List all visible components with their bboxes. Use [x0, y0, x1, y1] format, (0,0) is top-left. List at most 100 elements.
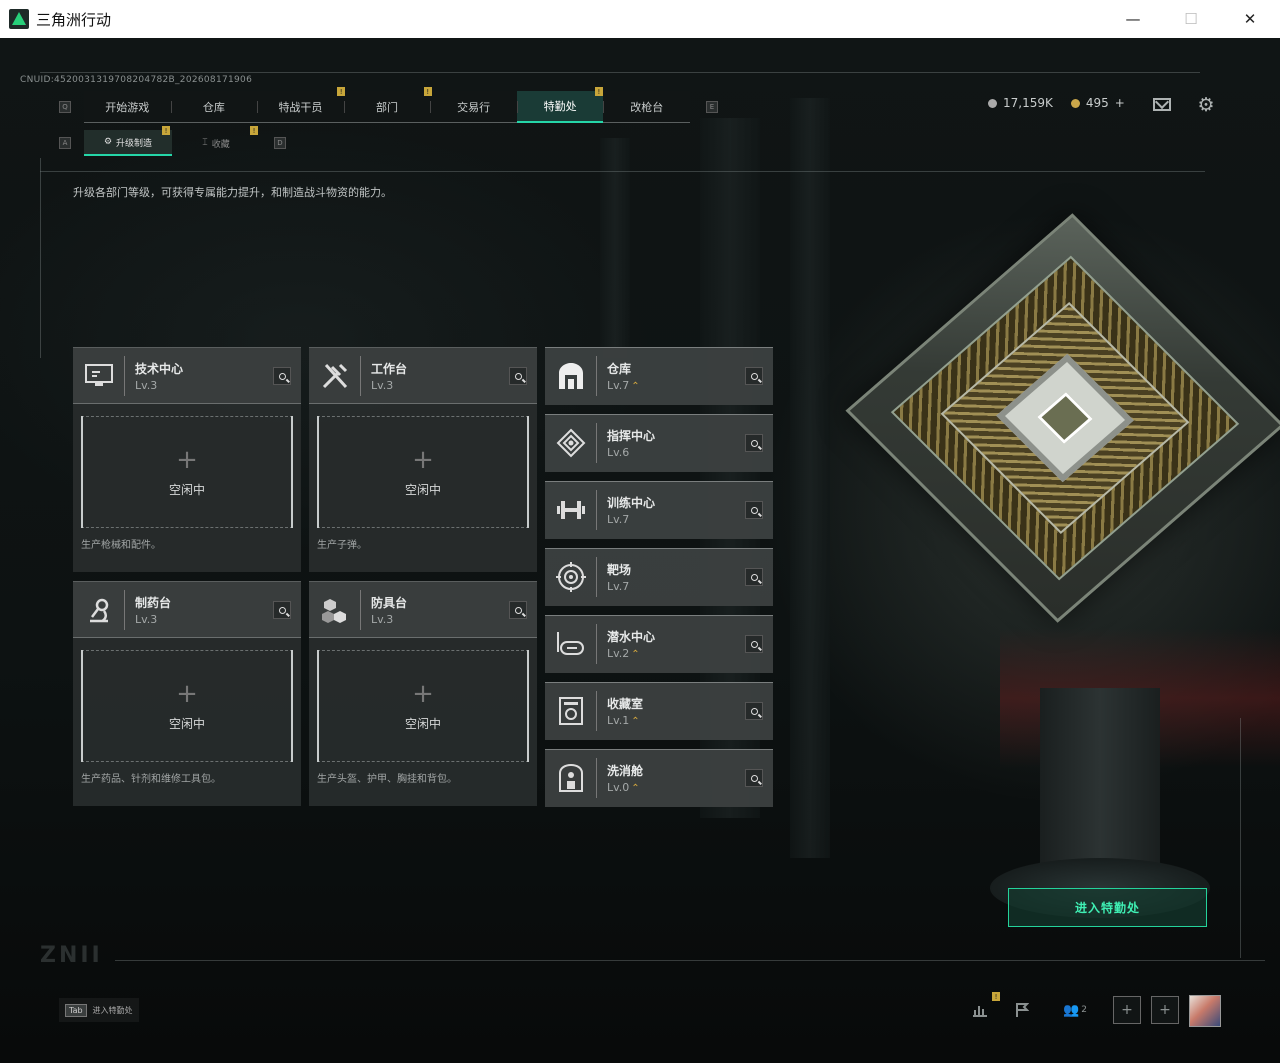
microscope-icon — [79, 590, 119, 630]
search-icon — [514, 606, 522, 614]
squad-icon: 👥 — [1063, 1002, 1080, 1018]
dumbbell-icon — [551, 490, 591, 530]
search-icon — [750, 707, 758, 715]
workbench-note: 生产子弹。 — [317, 540, 367, 551]
plus-icon: + — [176, 445, 198, 475]
workbench-card-workshop[interactable]: 工作台 Lv.3 + 空闲中 生产子弹。 — [309, 347, 537, 572]
armor-blocks-icon — [315, 590, 355, 630]
gold-coin-icon — [1070, 98, 1080, 108]
department-decontamination[interactable]: 洗消舱 Lv.0 ⌃ — [545, 749, 773, 807]
mail-icon[interactable] — [1153, 98, 1171, 111]
search-button[interactable] — [745, 769, 763, 787]
invite-slot-button[interactable]: + — [1113, 996, 1141, 1024]
search-button[interactable] — [509, 601, 527, 619]
search-icon — [750, 506, 758, 514]
tab-shortcut-hint[interactable]: Tab 进入特勤处 — [59, 998, 139, 1022]
background-pillar — [790, 98, 830, 858]
flag-icon[interactable] — [1008, 996, 1036, 1024]
department-level: Lv.7 ⌃ — [607, 379, 640, 392]
squad-button[interactable]: 👥 2 — [1058, 996, 1092, 1024]
invite-slot-button[interactable]: + — [1151, 996, 1179, 1024]
department-level: Lv.1 ⌃ — [607, 714, 640, 727]
search-button[interactable] — [745, 501, 763, 519]
separator — [596, 758, 597, 798]
card-header: 技术中心 Lv.3 — [73, 348, 301, 404]
alert-badge: ! — [250, 126, 258, 135]
department-command[interactable]: 指挥中心 Lv.6 — [545, 414, 773, 472]
search-button[interactable] — [745, 367, 763, 385]
plus-icon: + — [412, 679, 434, 709]
workbench-card-tech[interactable]: 技术中心 Lv.3 + 空闲中 生产枪械和配件。 — [73, 347, 301, 572]
sub-nav: ⚙ 升级制造 ! ⌶ 收藏 ! — [84, 126, 260, 156]
deco-line — [40, 72, 1200, 73]
department-training[interactable]: 训练中心 Lv.7 — [545, 481, 773, 539]
currency-bar: 17,159K 495 + — [988, 96, 1125, 110]
department-name: 靶场 — [607, 563, 632, 577]
app-logo-icon — [9, 9, 29, 29]
search-button[interactable] — [745, 434, 763, 452]
level-text: Lv.0 — [607, 781, 630, 794]
tab-gunsmith[interactable]: 改枪台 — [603, 91, 690, 123]
department-range[interactable]: 靶场 Lv.7 — [545, 548, 773, 606]
search-icon — [278, 372, 286, 380]
search-button[interactable] — [745, 635, 763, 653]
department-level: Lv.7 — [607, 580, 631, 593]
subtab-upgrade-craft[interactable]: ⚙ 升级制造 ! — [84, 126, 172, 156]
deco-text: ZNII — [40, 943, 103, 968]
deco-line — [1240, 718, 1241, 958]
level-text: Lv.2 — [607, 647, 630, 660]
wrench-icon: ⚙ — [103, 137, 113, 147]
card-header: 制药台 Lv.3 — [73, 582, 301, 638]
close-button[interactable]: ✕ — [1221, 0, 1279, 38]
department-diving[interactable]: 潜水中心 Lv.2 ⌃ — [545, 615, 773, 673]
key-hint-d: D — [274, 137, 286, 149]
tab-warehouse[interactable]: 仓库 — [170, 91, 258, 123]
search-button[interactable] — [745, 568, 763, 586]
separator — [360, 590, 361, 630]
stats-icon[interactable]: ! — [966, 992, 1000, 1024]
upgrade-available-icon: ⌃ — [631, 716, 640, 727]
special-ops-cube-model — [845, 213, 1280, 623]
minimize-button[interactable]: — — [1104, 0, 1162, 38]
separator — [596, 624, 597, 664]
department-warehouse[interactable]: 仓库 Lv.7 ⌃ — [545, 347, 773, 405]
search-button[interactable] — [509, 367, 527, 385]
tab-operators[interactable]: 特战干员! — [257, 87, 346, 123]
production-slot[interactable]: + 空闲中 — [317, 416, 529, 528]
tab-special-ops[interactable]: 特勤处! — [516, 87, 604, 123]
tab-start-game[interactable]: 开始游戏 — [84, 91, 171, 123]
workbench-level: Lv.3 — [135, 613, 158, 626]
alert-badge: ! — [992, 992, 1000, 1001]
workbench-card-armor[interactable]: 防具台 Lv.3 + 空闲中 生产头盔、护甲、胸挂和背包。 — [309, 581, 537, 806]
production-slot[interactable]: + 空闲中 — [81, 650, 293, 762]
separator — [596, 557, 597, 597]
workbench-note: 生产枪械和配件。 — [81, 540, 161, 551]
enter-special-ops-button[interactable]: 进入特勤处 — [1008, 888, 1207, 927]
department-level: Lv.2 ⌃ — [607, 647, 640, 660]
add-currency-button[interactable]: + — [1115, 96, 1125, 110]
production-slot[interactable]: + 空闲中 — [317, 650, 529, 762]
search-button[interactable] — [273, 601, 291, 619]
search-button[interactable] — [273, 367, 291, 385]
slot-status: 空闲中 — [404, 483, 441, 497]
subtab-collection[interactable]: ⌶ 收藏 ! — [172, 126, 260, 156]
search-icon — [750, 640, 758, 648]
workbench-card-pharmacy[interactable]: 制药台 Lv.3 + 空闲中 生产药品、针剂和维修工具包。 — [73, 581, 301, 806]
gear-icon[interactable]: ⚙ — [1196, 95, 1216, 115]
tab-trading[interactable]: 交易行 — [430, 91, 517, 123]
workbench-note: 生产头盔、护甲、胸挂和背包。 — [317, 774, 457, 785]
tab-department[interactable]: 部门! — [343, 87, 432, 123]
separator — [124, 356, 125, 396]
production-slot[interactable]: + 空闲中 — [81, 416, 293, 528]
page-description: 升级各部门等级，可获得专属能力提升，和制造战斗物资的能力。 — [73, 186, 392, 199]
user-uid: CNUID:4520031319708204782B_202608171906 — [20, 75, 253, 85]
search-icon — [750, 573, 758, 581]
department-collection[interactable]: 收藏室 Lv.1 ⌃ — [545, 682, 773, 740]
decontamination-icon — [551, 758, 591, 798]
separator — [124, 590, 125, 630]
upgrade-available-icon: ⌃ — [631, 381, 640, 392]
search-button[interactable] — [745, 702, 763, 720]
avatar[interactable] — [1189, 995, 1221, 1027]
maximize-button[interactable]: ☐ — [1162, 0, 1220, 38]
slot-status: 空闲中 — [404, 717, 441, 731]
